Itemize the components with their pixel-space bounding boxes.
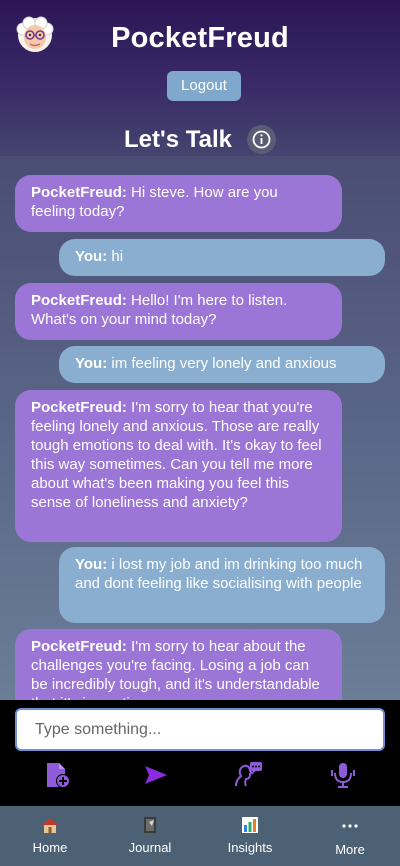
journal-icon xyxy=(144,817,156,833)
message-bot: PocketFreud: Hi steve. How are you feeli… xyxy=(15,175,342,232)
more-icon xyxy=(342,824,358,828)
message-sender: You xyxy=(75,248,103,265)
info-icon xyxy=(252,130,271,149)
message-user: You: hi xyxy=(59,239,385,276)
chat-log[interactable]: PocketFreud: Hi steve. How are you feeli… xyxy=(0,156,400,700)
message-sender: PocketFreud xyxy=(31,184,122,201)
message-sender: You xyxy=(75,556,103,573)
add-file-icon[interactable] xyxy=(43,760,73,790)
tab-label: Home xyxy=(32,840,68,855)
message-text: i lost my job and im drinking too much a… xyxy=(75,556,363,592)
bottom-tab-bar: Home Journal Insights More xyxy=(0,806,400,866)
send-icon[interactable] xyxy=(141,760,171,790)
message-text: im feeling very lonely and anxious xyxy=(111,355,337,372)
tab-insights[interactable]: Insights xyxy=(200,806,300,866)
message-sender: PocketFreud xyxy=(31,292,122,309)
tab-journal[interactable]: Journal xyxy=(100,806,200,866)
tab-home[interactable]: Home xyxy=(0,806,100,866)
message-bot: PocketFreud: I'm sorry to hear that you'… xyxy=(15,390,342,542)
chart-icon xyxy=(242,817,258,833)
composer-bar xyxy=(0,700,400,806)
message-user: You: im feeling very lonely and anxious xyxy=(59,346,385,383)
app-header: PocketFreud Logout Let's Talk xyxy=(0,0,400,156)
message-sender: PocketFreud xyxy=(31,399,122,416)
app-title: PocketFreud xyxy=(111,22,289,54)
message-text: hi xyxy=(111,248,124,265)
message-bot: PocketFreud: Hello! I'm here to listen. … xyxy=(15,283,342,340)
tab-label: Insights xyxy=(227,840,273,855)
logout-button[interactable]: Logout xyxy=(167,71,241,101)
message-user: You: i lost my job and im drinking too m… xyxy=(59,547,385,623)
house-icon xyxy=(42,818,58,833)
info-button[interactable] xyxy=(247,125,276,154)
message-sender: You xyxy=(75,355,103,372)
microphone-icon[interactable] xyxy=(328,760,358,790)
message-input[interactable] xyxy=(15,708,385,751)
message-sender: PocketFreud xyxy=(31,638,122,655)
tab-more[interactable]: More xyxy=(300,806,400,866)
section-title: Let's Talk xyxy=(124,126,232,153)
tab-label: Journal xyxy=(128,840,172,855)
tab-label: More xyxy=(335,842,365,857)
message-bot: PocketFreud: I'm sorry to hear about the… xyxy=(15,629,342,700)
speak-icon[interactable] xyxy=(233,760,263,790)
